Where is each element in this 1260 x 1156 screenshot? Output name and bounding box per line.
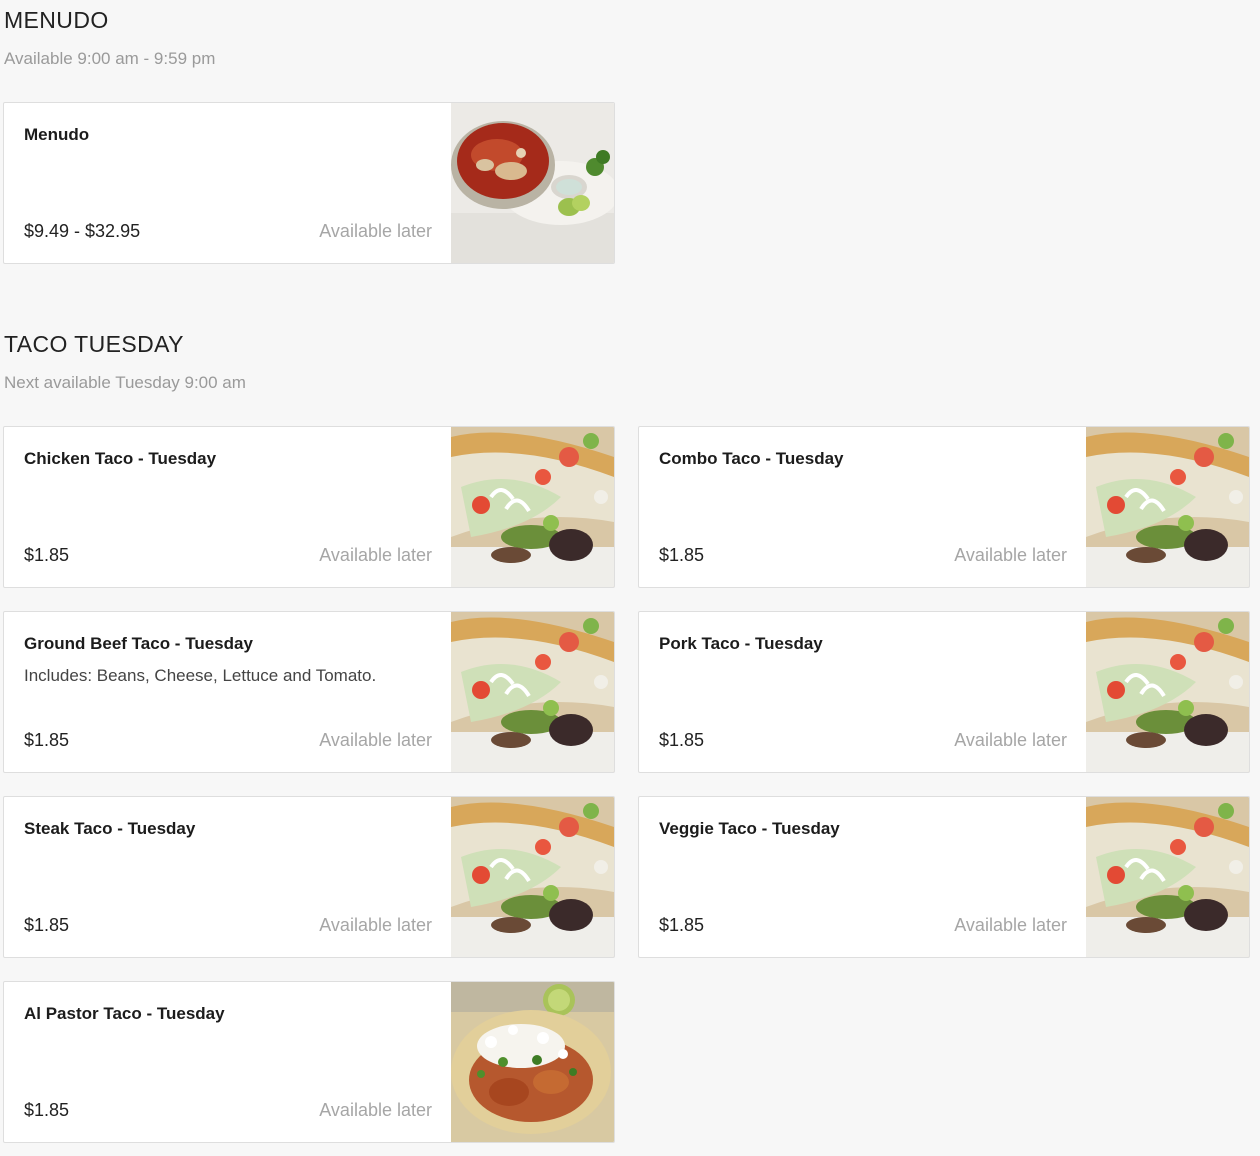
taco-plate-image <box>451 797 614 957</box>
item-price: $1.85 <box>24 545 70 565</box>
menu-page: MENUDO Available 9:00 am - 9:59 pm Menud… <box>0 0 1260 1156</box>
item-price: $1.85 <box>24 730 70 750</box>
item-price: $1.85 <box>659 730 705 750</box>
al-pastor-taco-image <box>451 982 614 1142</box>
item-name: Veggie Taco - Tuesday <box>659 819 840 838</box>
taco-plate-image <box>451 427 614 587</box>
item-name: Menudo <box>24 125 90 144</box>
item-availability: Available later <box>319 915 432 935</box>
item-price: $1.85 <box>659 545 705 565</box>
item-name: Pork Taco - Tuesday <box>659 634 823 653</box>
taco-plate-image <box>1086 797 1249 957</box>
item-price: $1.85 <box>24 915 70 935</box>
item-name: Chicken Taco - Tuesday <box>24 449 217 468</box>
menu-item-card-steak-taco[interactable]: Steak Taco - Tuesday $1.85 Available lat… <box>3 796 615 958</box>
item-price: $1.85 <box>24 1100 70 1120</box>
menu-item-card-chicken-taco[interactable]: Chicken Taco - Tuesday $1.85 Available l… <box>3 426 615 588</box>
item-availability: Available later <box>954 915 1067 935</box>
item-name: Combo Taco - Tuesday <box>659 449 844 468</box>
menudo-soup-image <box>451 103 614 263</box>
item-availability: Available later <box>319 1100 432 1120</box>
section-availability-taco-tuesday: Next available Tuesday 9:00 am <box>4 373 246 392</box>
item-price: $9.49 - $32.95 <box>24 221 141 241</box>
menu-item-card-ground-beef-taco[interactable]: Ground Beef Taco - Tuesday Includes: Bea… <box>3 611 615 773</box>
item-price: $1.85 <box>659 915 705 935</box>
taco-plate-image <box>1086 427 1249 587</box>
item-description: Includes: Beans, Cheese, Lettuce and Tom… <box>24 666 377 685</box>
section-title-taco-tuesday: TACO TUESDAY <box>4 331 184 357</box>
menu-item-card-al-pastor-taco[interactable]: Al Pastor Taco - Tuesday $1.85 Available… <box>3 981 615 1143</box>
item-availability: Available later <box>954 545 1067 565</box>
item-name: Ground Beef Taco - Tuesday <box>24 634 253 653</box>
item-name: Al Pastor Taco - Tuesday <box>24 1004 225 1023</box>
item-availability: Available later <box>319 221 432 241</box>
section-availability-menudo: Available 9:00 am - 9:59 pm <box>4 49 216 68</box>
taco-plate-image <box>451 612 614 772</box>
item-availability: Available later <box>319 545 432 565</box>
menu-item-card-menudo[interactable]: Menudo $9.49 - $32.95 Available later <box>3 102 615 264</box>
menu-item-card-combo-taco[interactable]: Combo Taco - Tuesday $1.85 Available lat… <box>638 426 1250 588</box>
taco-plate-image <box>1086 612 1249 772</box>
item-availability: Available later <box>319 730 432 750</box>
item-name: Steak Taco - Tuesday <box>24 819 196 838</box>
menu-item-card-veggie-taco[interactable]: Veggie Taco - Tuesday $1.85 Available la… <box>638 796 1250 958</box>
item-availability: Available later <box>954 730 1067 750</box>
menu-item-card-pork-taco[interactable]: Pork Taco - Tuesday $1.85 Available late… <box>638 611 1250 773</box>
section-title-menudo: MENUDO <box>4 7 109 33</box>
